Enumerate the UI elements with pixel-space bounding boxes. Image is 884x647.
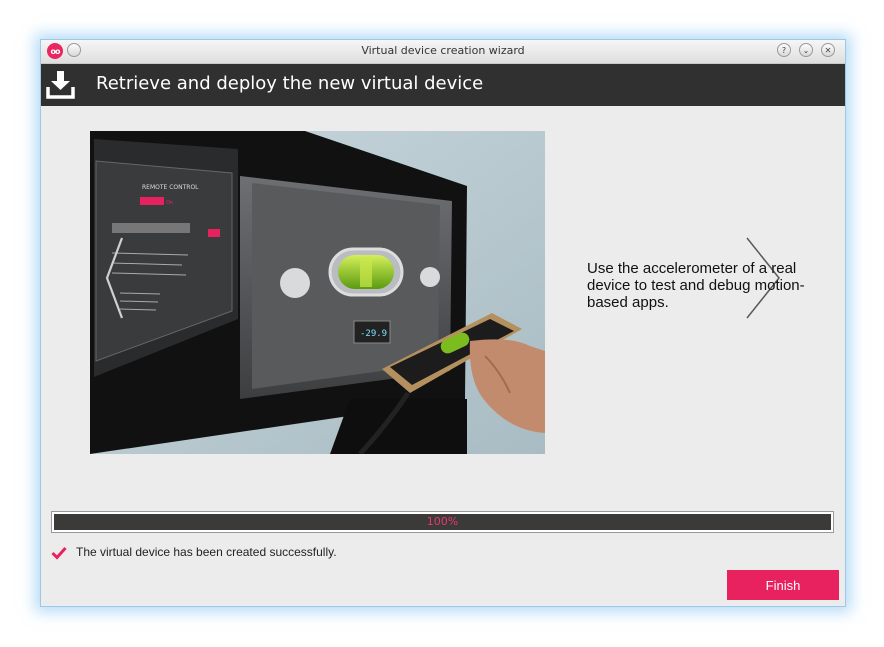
wizard-window: oo Virtual device creation wizard ? ⌄ ✕ … [40,39,846,607]
finish-button[interactable]: Finish [727,570,839,600]
page-title: Retrieve and deploy the new virtual devi… [96,73,484,94]
svg-text:-29.9: -29.9 [360,329,387,339]
panel-toggle: On [166,200,173,206]
window-title: Virtual device creation wizard [361,44,525,57]
status-text: The virtual device has been created succ… [76,545,337,559]
title-bar: oo Virtual device creation wizard ? ⌄ ✕ [41,40,845,64]
feature-image: REMOTE CONTROL On -29.9 [90,131,545,456]
help-icon[interactable]: ? [777,43,791,57]
chevron-left-icon[interactable] [104,236,124,320]
checkmark-icon [51,546,67,560]
panel-title: REMOTE CONTROL [142,184,199,191]
progress-track: 100% [54,514,831,530]
wizard-header: Retrieve and deploy the new virtual devi… [41,64,845,106]
close-icon[interactable]: ✕ [821,43,835,57]
download-icon [46,71,75,99]
feature-caption: Use the accelerometer of a real device t… [587,260,805,311]
progress-bar: 100% [51,511,834,533]
wizard-content: REMOTE CONTROL On -29.9 Use the accelero… [41,106,845,606]
minimize-icon[interactable]: ⌄ [799,43,813,57]
progress-label: 100% [426,515,459,528]
